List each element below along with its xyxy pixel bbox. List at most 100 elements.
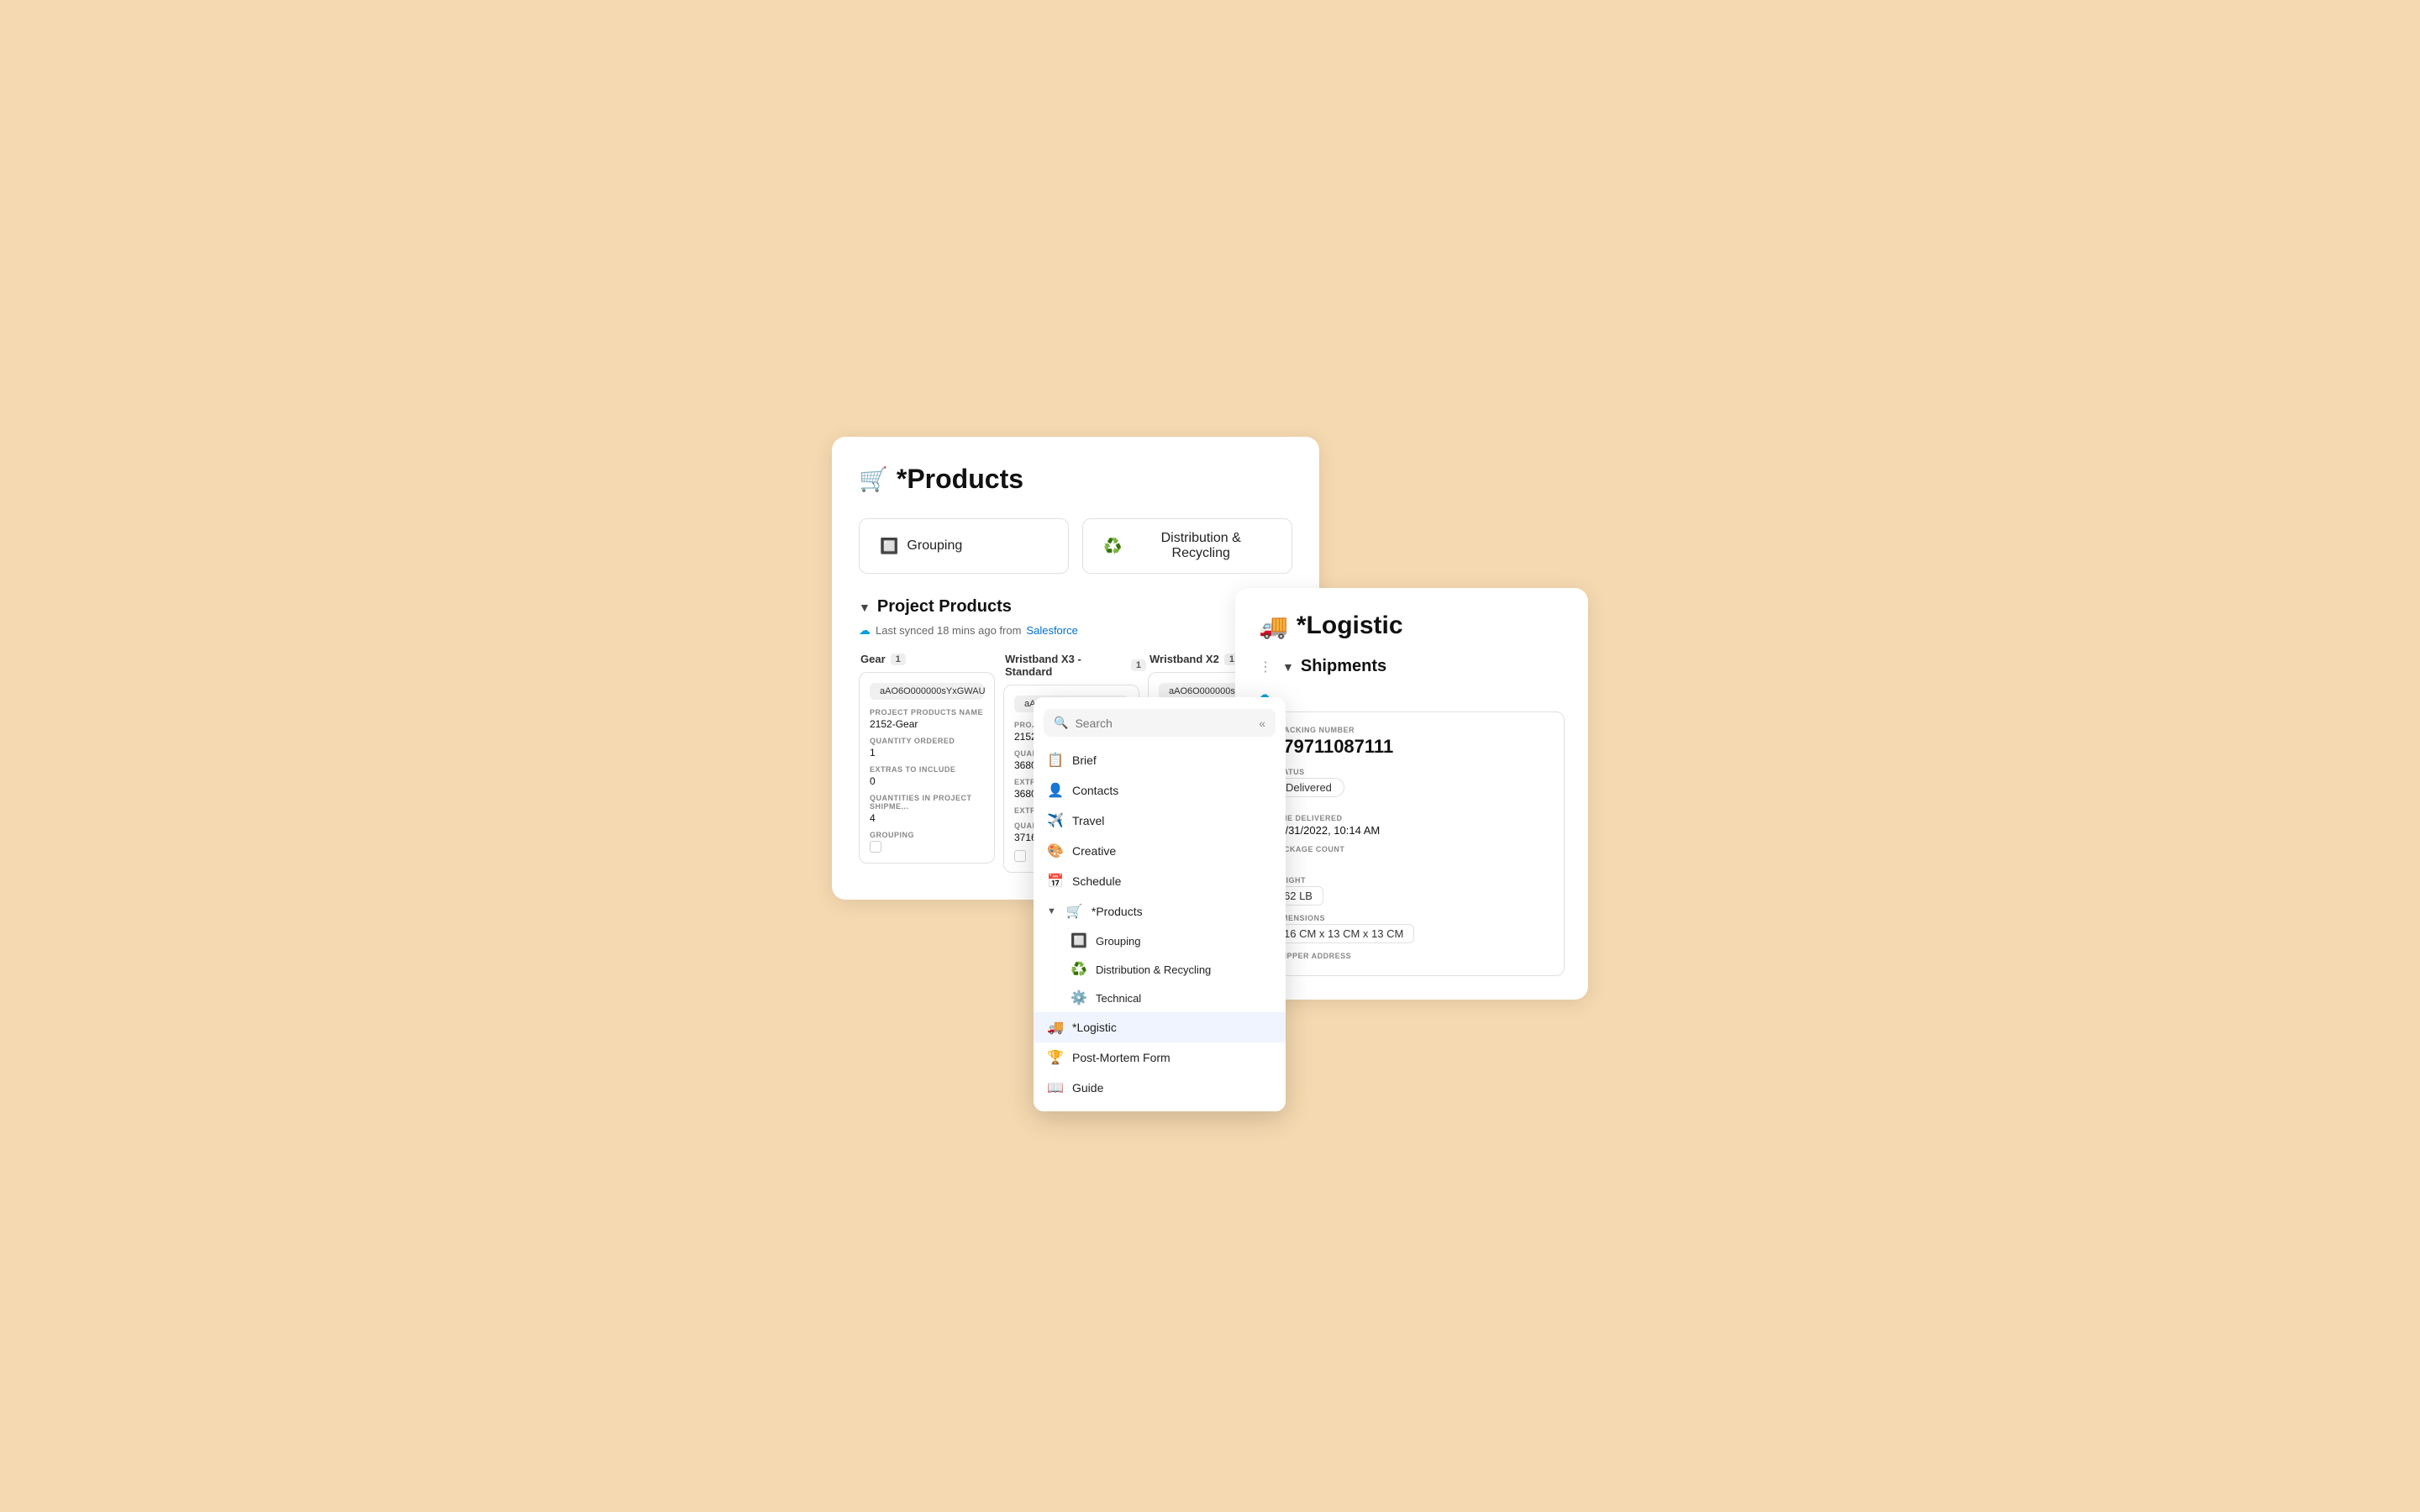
gear-shipme-value: 4 [870, 812, 984, 824]
gear-qty-value: 1 [870, 747, 984, 759]
wristband-x3-count: 1 [1131, 659, 1146, 671]
wristband-x2-name: Wristband X2 [1150, 653, 1219, 665]
postmortem-icon: 🏆 [1047, 1049, 1064, 1066]
grouping-button[interactable]: 🔲 Grouping [859, 518, 1069, 574]
grouping-sub-icon: 🔲 [1071, 932, 1087, 949]
sync-row: ☁ Last synced 18 mins ago from Salesforc… [859, 623, 1292, 638]
tracking-number: 279711087111 [1273, 736, 1550, 758]
gear-checkbox-row [870, 841, 984, 853]
salesforce-link[interactable]: Salesforce [1026, 624, 1077, 637]
grouping-icon: 🔲 [880, 538, 898, 555]
travel-label: Travel [1072, 814, 1104, 827]
menu-sub-item-distribution[interactable]: ♻️ Distribution & Recycling [1034, 955, 1286, 984]
gear-extras-value: 0 [870, 775, 984, 787]
logistic-menu-label: *Logistic [1072, 1021, 1117, 1034]
products-title-row: 🛒 *Products [859, 464, 1292, 495]
wristband-x3-header: Wristband X3 - Standard 1 [1003, 653, 1148, 678]
brief-icon: 📋 [1047, 752, 1064, 769]
guide-label: Guide [1072, 1081, 1103, 1095]
logistic-icon: 🚚 [1259, 612, 1288, 640]
gear-extras-label: EXTRAS TO INCLUDE [870, 765, 984, 774]
gear-header: Gear 1 [859, 653, 1003, 665]
products-title: *Products [897, 464, 1023, 495]
distribution-label: Distribution & Recycling [1130, 531, 1271, 561]
gear-name-value: 2152-Gear [870, 718, 984, 730]
section-header: ▼ Project Products [859, 597, 1292, 617]
nav-buttons: 🔲 Grouping ♻️ Distribution & Recycling [859, 518, 1292, 574]
chevron-icon: ▼ [859, 601, 871, 614]
sync-text: Last synced 18 mins ago from [876, 624, 1021, 637]
products-menu-label: *Products [1092, 905, 1143, 918]
gear-column-name: Gear [860, 653, 886, 665]
technical-sub-icon: ⚙️ [1071, 990, 1087, 1006]
shipper-label: SHIPPER ADDRESS [1273, 952, 1550, 960]
expand-arrow-icon: ▼ [1047, 906, 1056, 916]
travel-icon: ✈️ [1047, 812, 1064, 829]
cart-icon: 🛒 [859, 465, 888, 493]
shipment-card: TRACKING NUMBER 279711087111 STATUS Deli… [1259, 711, 1565, 976]
schedule-icon: 📅 [1047, 873, 1064, 890]
distribution-button[interactable]: ♻️ Distribution & Recycling [1082, 518, 1292, 574]
grouping-sub-label: Grouping [1096, 935, 1140, 948]
shipments-title: Shipments [1301, 657, 1386, 676]
collapse-button[interactable]: « [1259, 717, 1265, 730]
wristband-x3-name: Wristband X3 - Standard [1005, 653, 1126, 678]
search-input[interactable] [1075, 717, 1252, 730]
menu-sub-item-grouping[interactable]: 🔲 Grouping [1034, 927, 1286, 955]
gear-column: Gear 1 aAO6O000000sYxGWAU PROJECT PRODUC… [859, 653, 1003, 873]
menu-item-postmortem[interactable]: 🏆 Post-Mortem Form [1034, 1042, 1286, 1073]
schedule-label: Schedule [1072, 874, 1121, 888]
search-bar: 🔍 « [1044, 709, 1276, 737]
creative-icon: 🎨 [1047, 843, 1064, 859]
gear-grouping-label: GROUPING [870, 831, 984, 839]
logistic-menu-icon: 🚚 [1047, 1019, 1064, 1036]
brief-label: Brief [1072, 753, 1097, 767]
gear-name-label: PROJECT PRODUCTS NAME [870, 708, 984, 717]
dimensions-label: DIMENSIONS [1273, 914, 1550, 922]
contacts-icon: 👤 [1047, 782, 1064, 799]
time-value: 10/31/2022, 10:14 AM [1273, 824, 1550, 837]
salesforce-icon: ☁ [859, 623, 871, 638]
shipments-section: ⋮ ▼ Shipments ☁ TRACKING NUMBER 27971108… [1259, 657, 1565, 976]
menu-item-logistic[interactable]: 🚚 *Logistic [1034, 1012, 1286, 1042]
tracking-label: TRACKING NUMBER [1273, 726, 1550, 734]
menu-item-creative[interactable]: 🎨 Creative [1034, 836, 1286, 866]
menu-item-contacts[interactable]: 👤 Contacts [1034, 775, 1286, 806]
section-title: Project Products [877, 597, 1012, 617]
guide-icon: 📖 [1047, 1079, 1064, 1096]
products-menu-icon: 🛒 [1066, 903, 1083, 920]
menu-sub-item-technical[interactable]: ⚙️ Technical [1034, 984, 1286, 1012]
gear-record-id: aAO6O000000sYxGWAU [870, 683, 984, 700]
gear-card: aAO6O000000sYxGWAU PROJECT PRODUCTS NAME… [859, 672, 995, 864]
package-value: 1 [1273, 855, 1550, 868]
postmortem-label: Post-Mortem Form [1072, 1051, 1171, 1064]
package-label: PACKAGE COUNT [1273, 845, 1550, 853]
menu-item-guide[interactable]: 📖 Guide [1034, 1073, 1286, 1103]
menu-item-brief[interactable]: 📋 Brief [1034, 745, 1286, 775]
shipments-header: ⋮ ▼ Shipments [1259, 657, 1565, 676]
creative-label: Creative [1072, 844, 1116, 858]
dropdown-menu: 🔍 « 📋 Brief 👤 Contacts ✈️ Travel 🎨 Creat… [1034, 697, 1286, 1111]
logistic-title: *Logistic [1297, 612, 1403, 640]
logistic-title-row: 🚚 *Logistic [1259, 612, 1565, 640]
gear-checkbox[interactable] [870, 841, 881, 853]
menu-item-products[interactable]: ▼ 🛒 *Products [1034, 896, 1286, 927]
weight-label: WEIGHT [1273, 876, 1550, 885]
gear-qty-label: QUANTITY ORDERED [870, 737, 984, 745]
dots-menu[interactable]: ⋮ [1259, 659, 1272, 675]
search-icon: 🔍 [1054, 716, 1068, 730]
technical-sub-label: Technical [1096, 992, 1141, 1005]
contacts-label: Contacts [1072, 784, 1118, 797]
menu-item-travel[interactable]: ✈️ Travel [1034, 806, 1286, 836]
scene: 🛒 *Products 🔲 Grouping ♻️ Distribution &… [832, 437, 1588, 1075]
logistic-card: 🚚 *Logistic ⋮ ▼ Shipments ☁ TRACKING NUM… [1235, 588, 1588, 1000]
wristband-x3-checkbox[interactable] [1014, 850, 1026, 862]
menu-item-schedule[interactable]: 📅 Schedule [1034, 866, 1286, 896]
grouping-label: Grouping [907, 538, 962, 554]
dimensions-box: 16 CM x 13 CM x 13 CM [1273, 924, 1414, 943]
gear-count: 1 [891, 654, 906, 665]
recycling-icon: ♻️ [1103, 538, 1122, 555]
distribution-sub-label: Distribution & Recycling [1096, 963, 1211, 976]
shipments-chevron: ▼ [1282, 660, 1294, 674]
gear-shipme-label: QUANTITIES IN PROJECT SHIPME... [870, 794, 984, 811]
